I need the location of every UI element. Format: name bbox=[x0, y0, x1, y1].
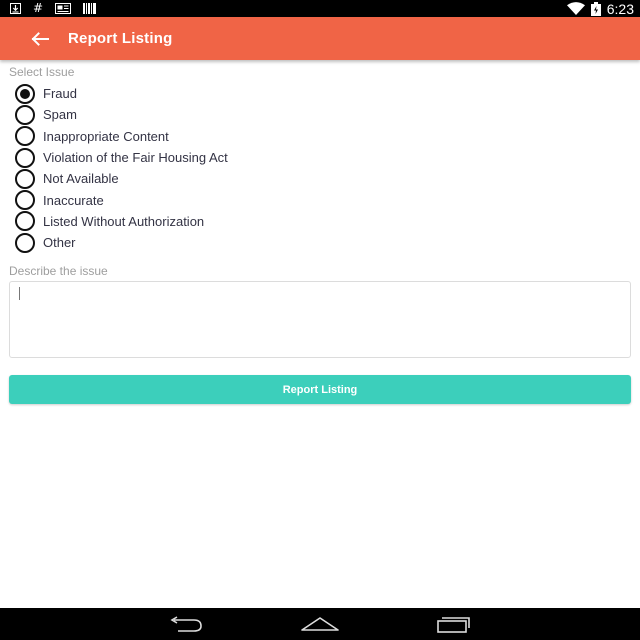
nav-recents-button[interactable] bbox=[432, 612, 476, 636]
issue-option[interactable]: Other bbox=[15, 232, 228, 253]
issue-option[interactable]: Inaccurate bbox=[15, 189, 228, 211]
radio-unchecked-icon[interactable] bbox=[15, 126, 35, 147]
issue-option-label: Inaccurate bbox=[43, 192, 104, 208]
describe-issue-input[interactable] bbox=[9, 281, 631, 358]
issue-option[interactable]: Spam bbox=[15, 104, 228, 125]
radio-unchecked-icon[interactable] bbox=[15, 232, 35, 253]
nav-home-button[interactable] bbox=[298, 612, 342, 636]
describe-issue-label: Describe the issue bbox=[9, 264, 108, 278]
issue-option-label: Listed Without Authorization bbox=[43, 213, 205, 229]
back-button[interactable] bbox=[28, 27, 52, 51]
radio-unchecked-icon[interactable] bbox=[15, 211, 35, 232]
page-title: Report Listing bbox=[68, 30, 173, 47]
system-nav-bar bbox=[0, 608, 640, 640]
barcode-icon bbox=[83, 3, 97, 14]
issue-option[interactable]: Not Available bbox=[15, 168, 228, 189]
radio-unchecked-icon[interactable] bbox=[15, 147, 35, 168]
hash-icon: # bbox=[33, 1, 44, 15]
back-nav-icon bbox=[170, 616, 202, 632]
battery-icon bbox=[590, 1, 601, 16]
issue-option-label: Inappropriate Content bbox=[43, 128, 169, 144]
issue-option[interactable]: Fraud bbox=[15, 83, 228, 104]
issue-option-label: Spam bbox=[43, 107, 77, 123]
issue-radio-group: Fraud Spam Inappropriate Content Violation … bbox=[15, 83, 228, 253]
recents-nav-icon bbox=[437, 617, 470, 633]
text-cursor bbox=[19, 287, 20, 300]
report-listing-button[interactable]: Report Listing bbox=[9, 375, 631, 404]
radio-dot-icon bbox=[20, 88, 30, 99]
radio-unchecked-icon[interactable] bbox=[15, 168, 35, 189]
status-system: 6:23 bbox=[566, 0, 634, 17]
issue-option[interactable]: Inappropriate Content bbox=[15, 126, 228, 147]
issue-option-label: Not Available bbox=[43, 171, 119, 187]
select-issue-label: Select Issue bbox=[9, 65, 75, 79]
wifi-icon bbox=[566, 2, 585, 15]
radio-checked-icon[interactable] bbox=[15, 83, 35, 104]
download-icon bbox=[10, 3, 21, 14]
issue-option-label: Fraud bbox=[43, 86, 77, 102]
status-bar: # 6:23 bbox=[0, 0, 640, 17]
status-time: 6:23 bbox=[606, 0, 634, 17]
app-bar: Report Listing bbox=[0, 17, 640, 60]
home-nav-icon bbox=[301, 617, 339, 631]
issue-option-label: Violation of the Fair Housing Act bbox=[43, 150, 228, 166]
news-icon bbox=[55, 3, 72, 14]
issue-option[interactable]: Violation of the Fair Housing Act bbox=[15, 147, 228, 168]
issue-option-label: Other bbox=[43, 235, 76, 251]
radio-unchecked-icon[interactable] bbox=[15, 104, 35, 125]
nav-back-button[interactable] bbox=[164, 612, 208, 636]
arrow-left-icon bbox=[31, 31, 49, 46]
status-notifications: # bbox=[10, 0, 97, 17]
issue-option[interactable]: Listed Without Authorization bbox=[15, 211, 228, 232]
radio-unchecked-icon[interactable] bbox=[15, 190, 35, 211]
